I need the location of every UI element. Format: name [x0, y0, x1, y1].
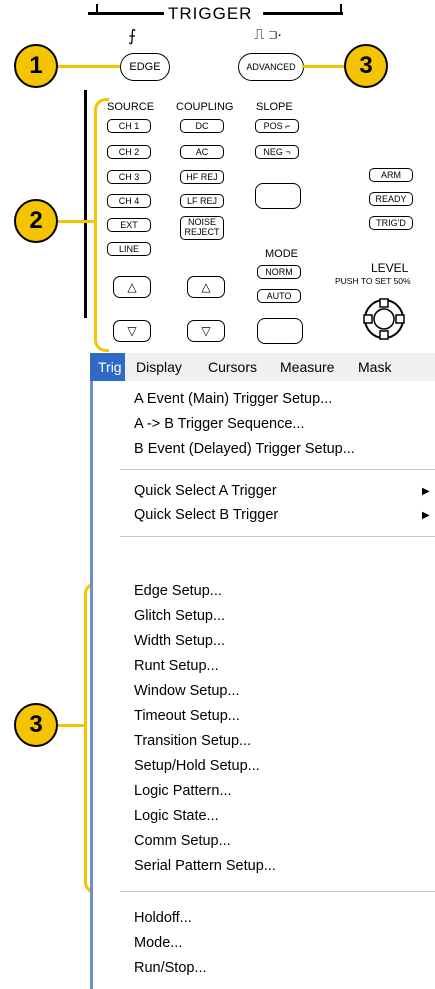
- up-arrow-button-1[interactable]: △: [113, 276, 151, 298]
- header-line-right: [263, 12, 343, 15]
- slope-neg-label: NEG: [263, 147, 283, 157]
- edge-slope-icon: ⨍: [128, 28, 137, 45]
- callout-3-bottom: 3: [14, 703, 58, 747]
- down-arrow-button-2[interactable]: ▽: [187, 320, 225, 342]
- trigd-indicator: TRIG'D: [369, 216, 413, 230]
- down-arrow-icon: ▽: [201, 324, 211, 338]
- falling-edge-icon: ¬: [285, 147, 291, 157]
- menu-item-serial-pattern[interactable]: Serial Pattern Setup...: [134, 858, 276, 874]
- advanced-button[interactable]: ADVANCED: [238, 53, 304, 81]
- submenu-arrow-icon: ▶: [422, 510, 430, 521]
- menu-item-logic-pattern[interactable]: Logic Pattern...: [134, 783, 232, 799]
- mode-blank-button[interactable]: [257, 318, 303, 344]
- menu-item-runt[interactable]: Runt Setup...: [134, 658, 219, 674]
- menu-item-b-event[interactable]: B Event (Delayed) Trigger Setup...: [134, 441, 355, 457]
- coupling-ac-button[interactable]: AC: [180, 145, 224, 159]
- menu-item-comm[interactable]: Comm Setup...: [134, 833, 231, 849]
- menu-separator: [120, 469, 435, 470]
- rising-edge-icon: ⌐: [285, 121, 291, 131]
- level-subtext: PUSH TO SET 50%: [335, 276, 411, 286]
- noise-reject-button[interactable]: NOISE REJECT: [180, 216, 224, 240]
- callout-3-leader: [302, 65, 348, 68]
- menu-item-logic-state[interactable]: Logic State...: [134, 808, 219, 824]
- up-arrow-button-2[interactable]: △: [187, 276, 225, 298]
- menu-item-a-event[interactable]: A Event (Main) Trigger Setup...: [134, 391, 332, 407]
- menu-item-window[interactable]: Window Setup...: [134, 683, 240, 699]
- slope-pos-button[interactable]: POS ⌐: [255, 119, 299, 133]
- level-heading: LEVEL: [371, 261, 409, 275]
- menu-item-holdoff[interactable]: Holdoff...: [134, 910, 192, 926]
- menu-item-run-stop[interactable]: Run/Stop...: [134, 960, 207, 976]
- menu-display[interactable]: Display: [136, 359, 182, 375]
- coupling-hfrej-button[interactable]: HF REJ: [180, 170, 224, 184]
- callout-2: 2: [14, 199, 58, 243]
- menu-separator: [120, 536, 435, 537]
- source-ch2-button[interactable]: CH 2: [107, 145, 151, 159]
- menu-item-glitch[interactable]: Glitch Setup...: [134, 608, 225, 624]
- slope-pos-label: POS: [263, 121, 283, 131]
- menu-item-quick-b[interactable]: Quick Select B Trigger: [134, 507, 278, 523]
- panel-edge: [84, 90, 87, 318]
- advanced-pulse-icon: ⎍ ⊐·: [254, 26, 283, 43]
- noise-reject-line2: REJECT: [184, 227, 220, 237]
- edge-button[interactable]: EDGE: [120, 53, 170, 81]
- menu-item-setup-hold[interactable]: Setup/Hold Setup...: [134, 758, 260, 774]
- callout-3-top: 3: [344, 44, 388, 88]
- arm-indicator: ARM: [369, 168, 413, 182]
- source-ch4-button[interactable]: CH 4: [107, 194, 151, 208]
- ready-indicator: READY: [369, 192, 413, 206]
- slope-heading: SLOPE: [256, 101, 293, 113]
- mode-auto-button[interactable]: AUTO: [257, 289, 301, 303]
- down-arrow-icon: ▽: [127, 324, 137, 338]
- header-tick: [96, 4, 98, 14]
- menu-bar: Trig Display Cursors Measure Mask: [90, 353, 435, 382]
- noise-reject-line1: NOISE: [187, 217, 216, 227]
- menu-item-a-b-sequence[interactable]: A -> B Trigger Sequence...: [134, 416, 304, 432]
- slope-blank-button[interactable]: [255, 183, 301, 209]
- up-arrow-icon: △: [201, 280, 211, 294]
- source-ch3-button[interactable]: CH 3: [107, 170, 151, 184]
- submenu-arrow-icon: ▶: [422, 486, 430, 497]
- callout-2-leader: [52, 220, 94, 223]
- source-heading: SOURCE: [107, 101, 155, 113]
- coupling-lfrej-button[interactable]: LF REJ: [180, 194, 224, 208]
- menu-item-width[interactable]: Width Setup...: [134, 633, 225, 649]
- level-knob-icon[interactable]: [362, 297, 406, 346]
- menu-item-quick-a[interactable]: Quick Select A Trigger: [134, 483, 277, 499]
- menu-item-mode[interactable]: Mode...: [134, 935, 182, 951]
- coupling-heading: COUPLING: [176, 101, 234, 113]
- menu-cursors[interactable]: Cursors: [208, 359, 257, 375]
- menu-measure[interactable]: Measure: [280, 359, 334, 375]
- source-ch1-button[interactable]: CH 1: [107, 119, 151, 133]
- header-tick-right: [340, 4, 342, 14]
- source-ext-button[interactable]: EXT: [107, 218, 151, 232]
- up-arrow-icon: △: [127, 280, 137, 294]
- source-line-button[interactable]: LINE: [107, 242, 151, 256]
- callout-2-bracket: [94, 98, 109, 352]
- menu-item-transition[interactable]: Transition Setup...: [134, 733, 251, 749]
- mode-heading: MODE: [265, 248, 298, 260]
- menu-separator: [120, 891, 435, 892]
- dropdown-left-border: [90, 381, 93, 989]
- slope-neg-button[interactable]: NEG ¬: [255, 145, 299, 159]
- menu-item-edge[interactable]: Edge Setup...: [134, 583, 222, 599]
- mode-norm-button[interactable]: NORM: [257, 265, 301, 279]
- coupling-dc-button[interactable]: DC: [180, 119, 224, 133]
- callout-1: 1: [14, 44, 58, 88]
- panel-title: TRIGGER: [168, 4, 253, 23]
- menu-mask[interactable]: Mask: [358, 359, 391, 375]
- down-arrow-button-1[interactable]: ▽: [113, 320, 151, 342]
- menu-item-timeout[interactable]: Timeout Setup...: [134, 708, 240, 724]
- header-line-left: [88, 12, 164, 15]
- menu-trig[interactable]: Trig: [98, 359, 122, 375]
